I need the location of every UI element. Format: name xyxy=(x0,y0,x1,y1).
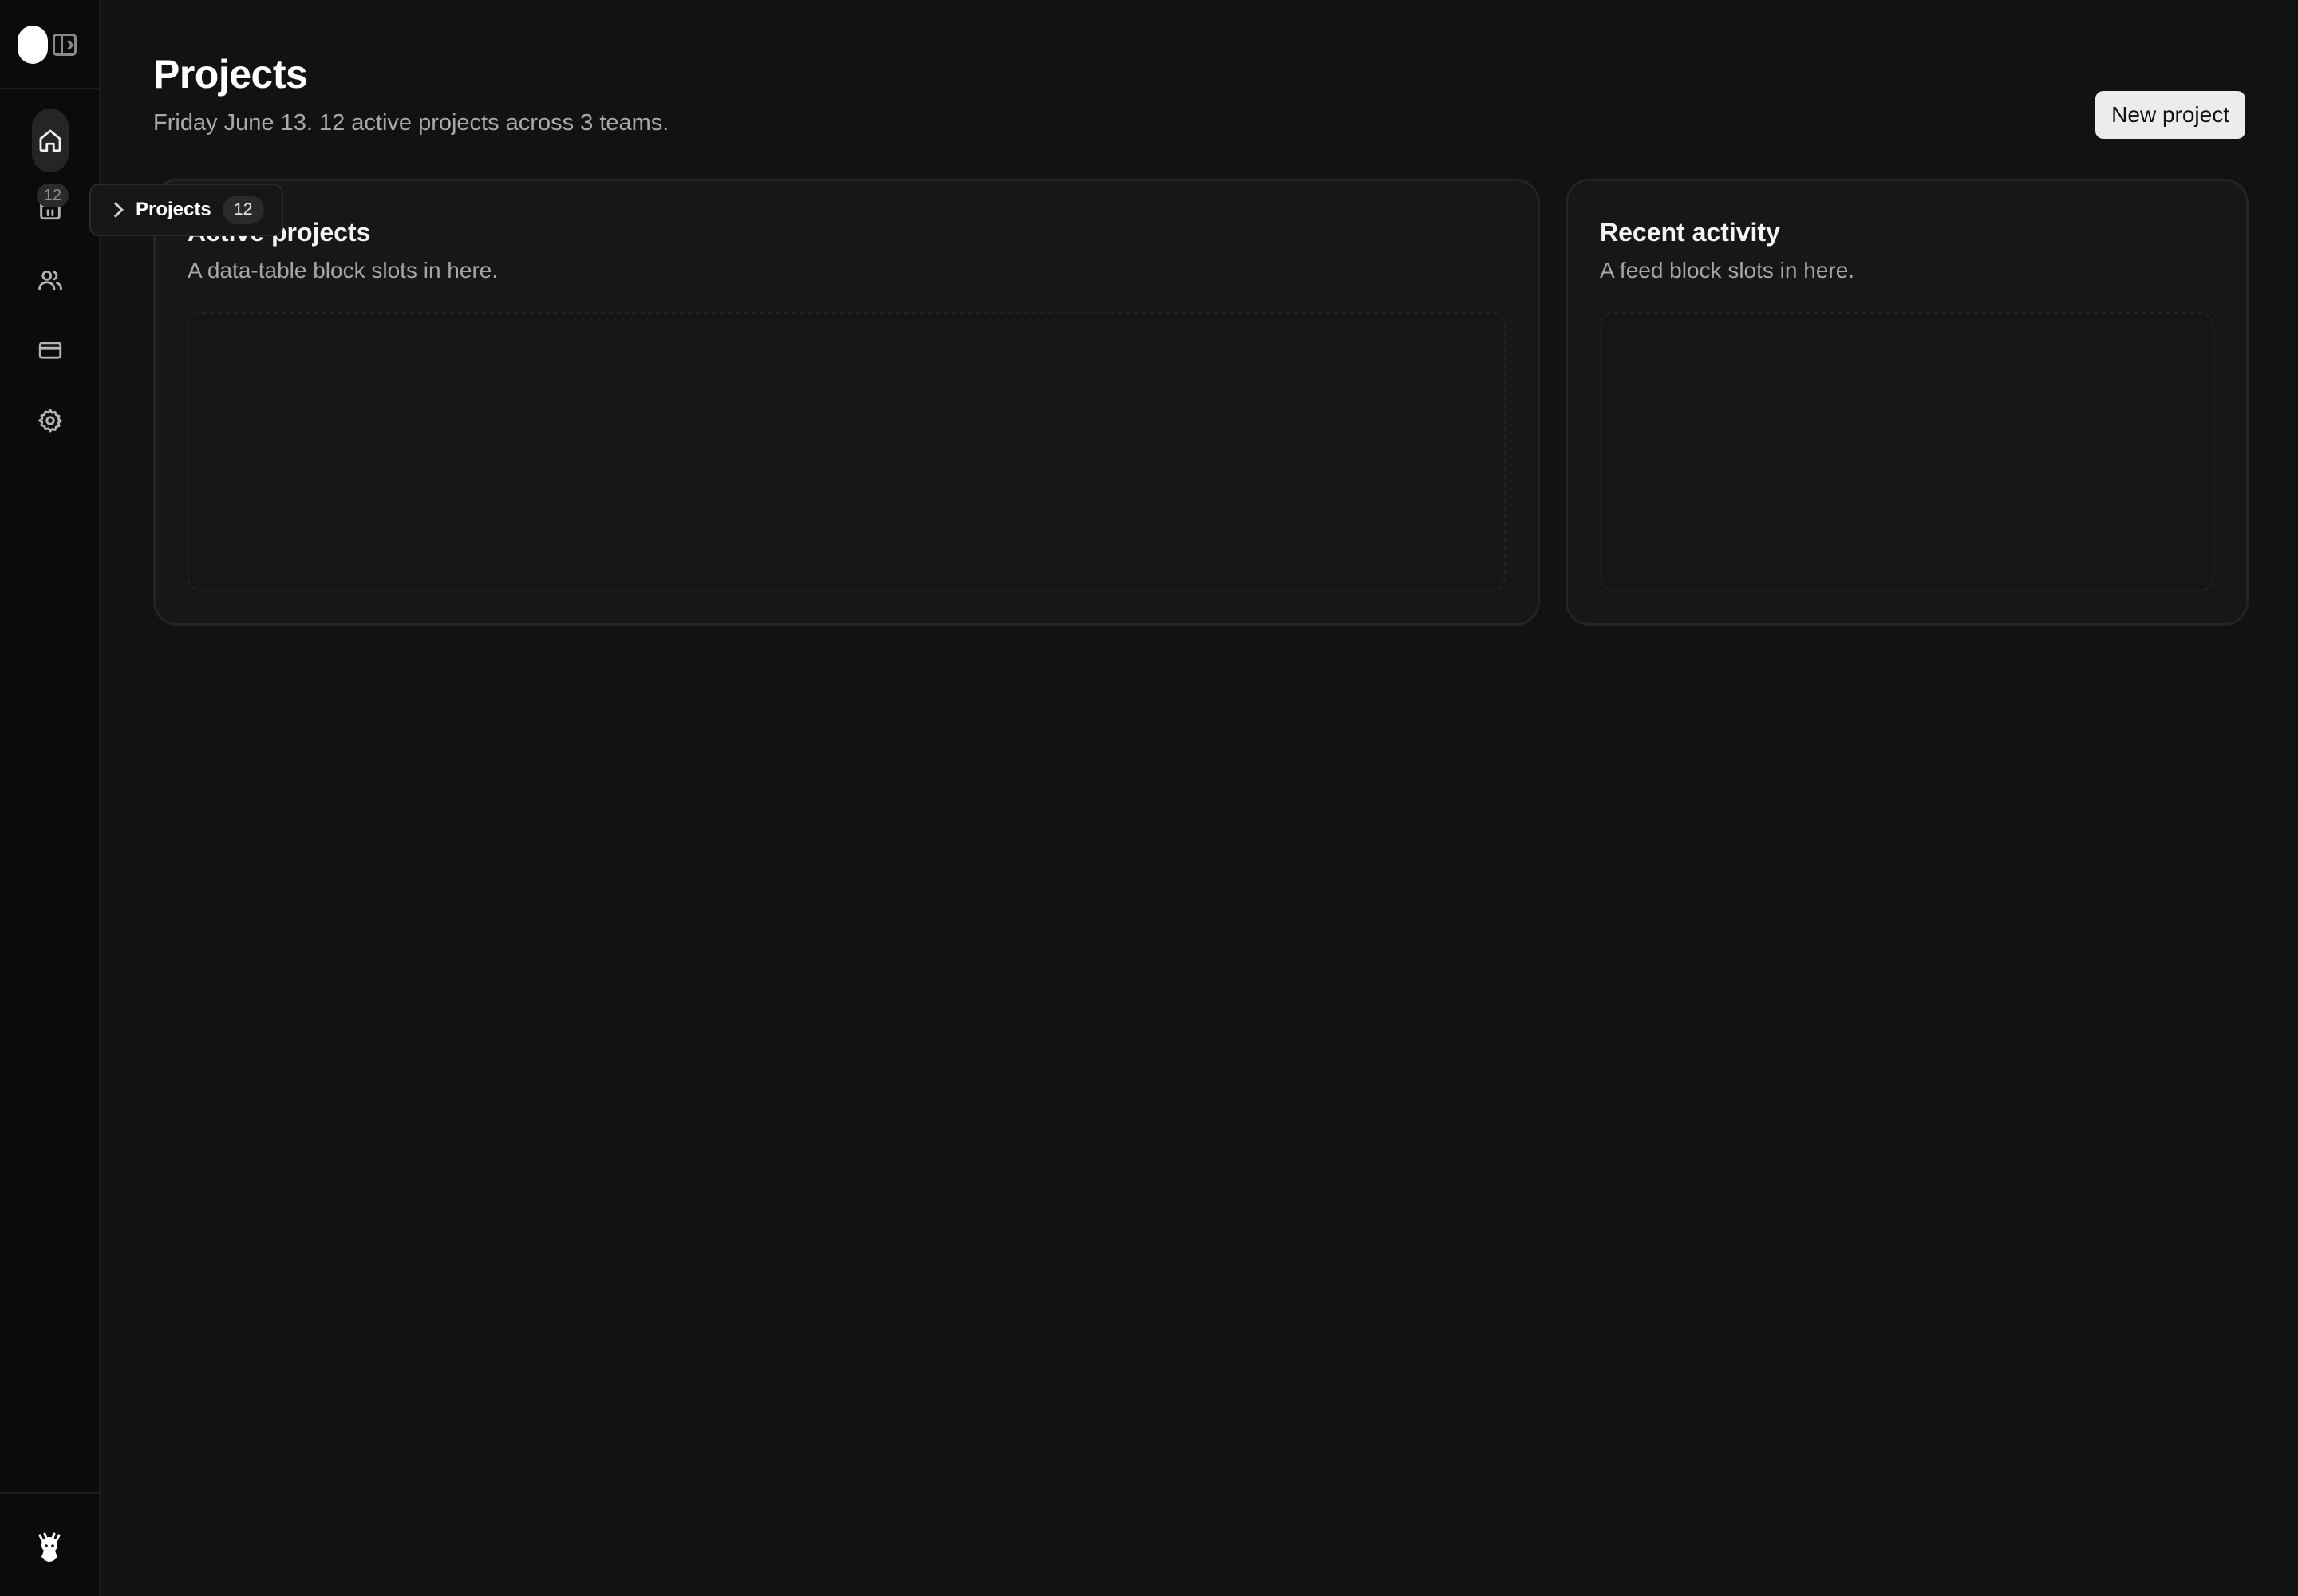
sidebar-item-team[interactable] xyxy=(32,262,69,298)
avatar[interactable] xyxy=(34,1532,65,1566)
gear-icon xyxy=(38,409,62,433)
card-description: A feed block slots in here. xyxy=(1600,258,1855,282)
sidebar-item-home[interactable] xyxy=(32,109,69,172)
sidebar-item-billing[interactable] xyxy=(32,332,69,369)
data-table-slot xyxy=(188,312,1506,591)
recent-activity-card: Recent activity A feed block slots in he… xyxy=(1566,179,2249,626)
chevron-right-icon xyxy=(108,202,124,218)
sidebar-toggle-icon[interactable] xyxy=(53,34,77,56)
flyout-label: Projects xyxy=(136,199,211,220)
sidebar-header xyxy=(0,0,99,89)
page-title: Projects xyxy=(153,52,308,97)
home-icon xyxy=(39,129,61,152)
background-panel xyxy=(207,806,2298,1596)
sidebar: 12 xyxy=(0,0,101,1596)
feed-slot xyxy=(1600,312,2214,591)
card-title: Recent activity xyxy=(1600,218,1780,247)
users-icon xyxy=(38,270,62,290)
active-projects-card: Active projects A data-table block slots… xyxy=(153,179,1540,626)
credit-card-icon xyxy=(38,342,62,359)
sidebar-footer xyxy=(0,1492,99,1596)
projects-count-badge: 12 xyxy=(37,184,69,207)
flyout-count-badge: 12 xyxy=(222,196,264,224)
card-description: A data-table block slots in here. xyxy=(188,258,499,282)
logo[interactable] xyxy=(18,26,48,64)
main-content: Projects Friday June 13. 12 active proje… xyxy=(101,0,2298,1596)
new-project-button[interactable]: New project xyxy=(2095,91,2245,139)
sidebar-item-settings[interactable] xyxy=(32,402,69,439)
projects-flyout[interactable]: Projects 12 xyxy=(89,184,283,236)
page-subtitle: Friday June 13. 12 active projects acros… xyxy=(153,110,669,136)
